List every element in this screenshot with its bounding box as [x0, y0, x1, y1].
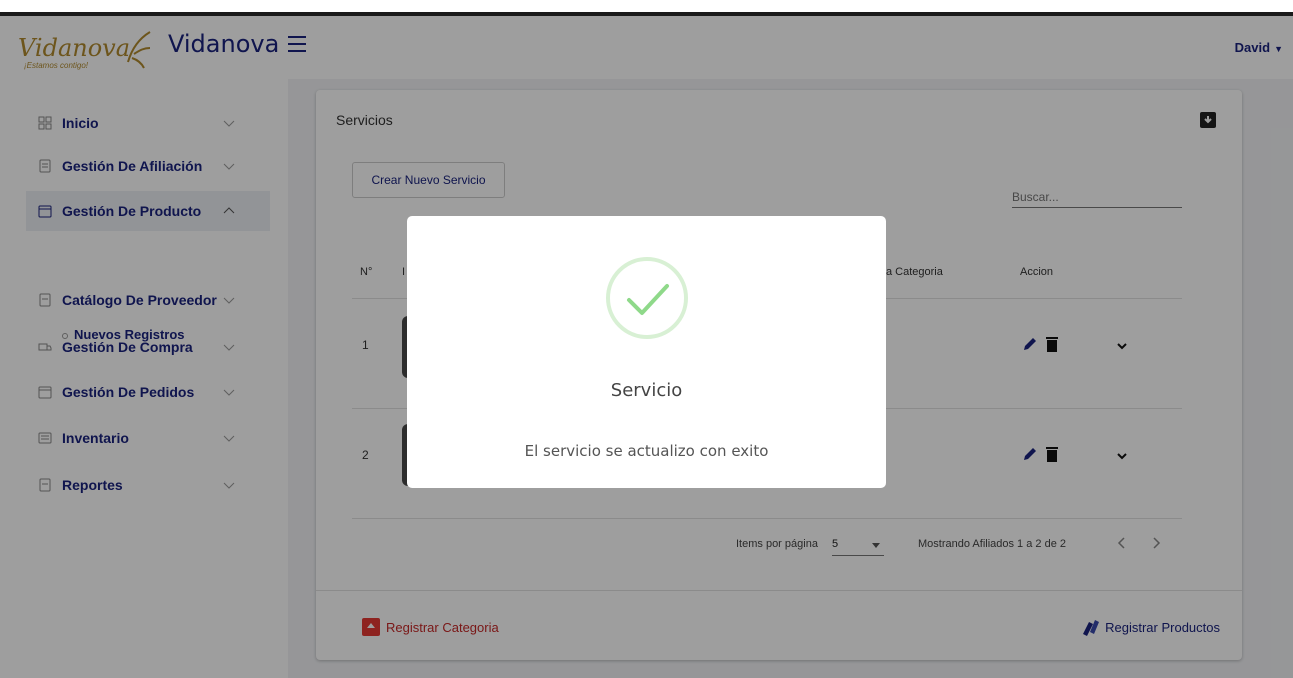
- dialog-title: Servicio: [610, 380, 683, 401]
- success-dialog: Servicio El servicio se actualizo con ex…: [407, 216, 886, 488]
- top-strip: [0, 0, 1293, 12]
- success-check-icon: [606, 257, 688, 339]
- dialog-message: El servicio se actualizo con exito: [524, 442, 769, 460]
